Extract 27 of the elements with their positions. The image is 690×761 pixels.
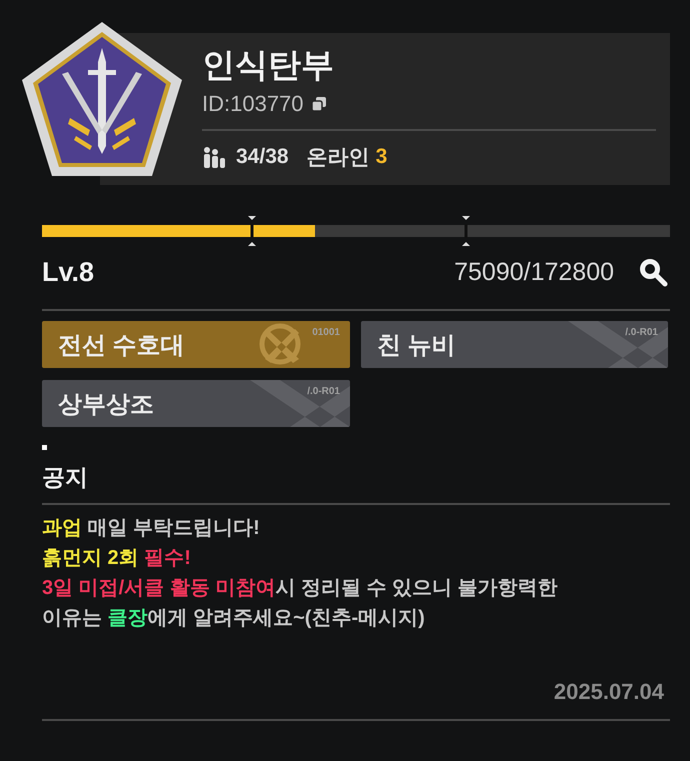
copy-icon[interactable] — [312, 97, 326, 111]
milestone-marker-icon — [462, 216, 470, 246]
guild-name: 인식탄부 — [202, 45, 335, 85]
title-tag[interactable]: 상부상조 /.0-R01 — [42, 380, 350, 427]
notice-line: 3일 미접/서클 활동 미참여시 정리될 수 있으니 불가항력한 — [42, 576, 559, 601]
online-count: 3 — [376, 145, 388, 169]
guild-id: ID:103770 — [202, 91, 304, 117]
level-label: Lv.8 — [42, 256, 96, 288]
member-count: 34/38 — [236, 145, 289, 169]
members-icon — [202, 146, 226, 168]
milestone-marker-icon — [248, 216, 256, 246]
notice-date: 2025.07.04 — [554, 679, 664, 705]
notice-line: 흙먼지 2회 필수! — [42, 546, 192, 571]
notice-line: 이유는 클장에게 알려주세요~(친추-메시지) — [42, 606, 426, 631]
bullet-icon — [42, 445, 47, 450]
title-tag[interactable]: 전선 수호대 01001 — [42, 321, 350, 368]
stripe-pattern-icon — [568, 321, 668, 368]
tag-code: 01001 — [312, 327, 340, 338]
title-tag[interactable]: 친 뉴비 /.0-R01 — [361, 321, 668, 368]
notice-heading: 공지 — [42, 463, 89, 492]
online-label: 온라인 — [306, 145, 370, 171]
stripe-pattern-icon — [250, 380, 350, 427]
notice-line: 과업 매일 부탁드립니다! — [42, 516, 261, 541]
crossed-blades-icon — [260, 324, 300, 364]
experience-reading: 75090/172800 — [454, 258, 614, 286]
tag-code: /.0-R01 — [307, 386, 340, 397]
tag-code: /.0-R01 — [625, 327, 658, 338]
